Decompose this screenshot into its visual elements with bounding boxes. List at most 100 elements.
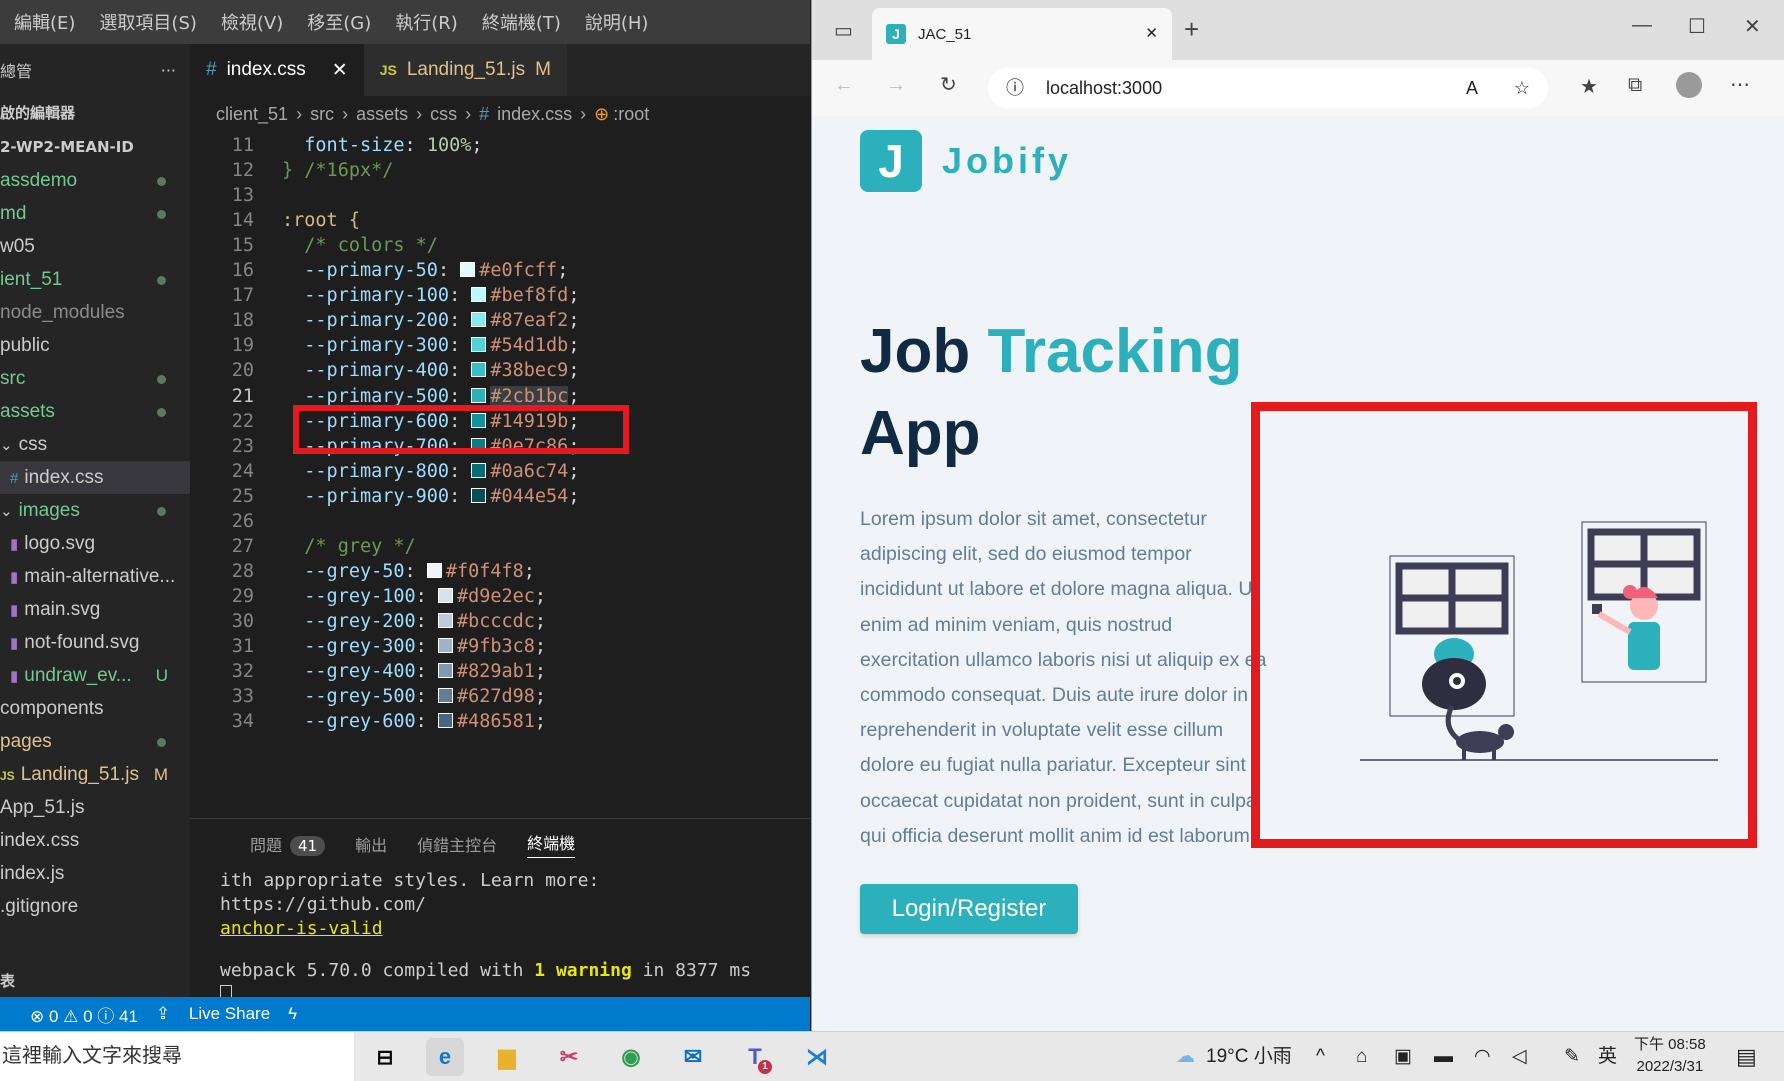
menu-item[interactable]: 選取項目(S)	[99, 9, 196, 35]
workspace-section[interactable]: 2-WP2-MEAN-ID	[0, 130, 190, 164]
tab-terminal[interactable]: 終端機	[527, 830, 576, 858]
tree-item[interactable]: index.js	[0, 857, 190, 890]
volume-icon[interactable]: ◁	[1512, 1032, 1527, 1081]
tree-item[interactable]: ▮ main-alternative...	[0, 560, 190, 593]
color-swatch[interactable]	[437, 587, 453, 603]
battery-icon[interactable]: ▬	[1434, 1032, 1453, 1081]
forward-icon[interactable]: →	[886, 74, 906, 97]
menu-item[interactable]: 移至(G)	[307, 9, 371, 35]
tree-item[interactable]: public	[0, 329, 190, 362]
terminal-output[interactable]: ith appropriate styles. Learn more: http…	[190, 869, 810, 1007]
lightning-icon[interactable]: ϟ	[288, 1004, 297, 1024]
menu-item[interactable]: 執行(R)	[395, 9, 458, 35]
site-info-icon[interactable]: ⓘ	[1006, 68, 1024, 108]
notification-icon[interactable]: ▤	[1736, 1032, 1757, 1081]
color-swatch[interactable]	[437, 638, 453, 653]
close-icon[interactable]: ✕	[1145, 24, 1158, 42]
tree-item[interactable]: assdemo	[0, 164, 190, 197]
pen-icon[interactable]: ✎	[1564, 1032, 1580, 1081]
color-swatch[interactable]	[471, 287, 487, 303]
edge-icon[interactable]: e	[426, 1038, 464, 1076]
mail-icon[interactable]: ✉	[674, 1038, 712, 1076]
tray-chevron-icon[interactable]: ^	[1316, 1032, 1325, 1081]
color-swatch[interactable]	[471, 487, 487, 503]
tab-output[interactable]: 輸出	[355, 832, 387, 856]
breadcrumb-item[interactable]: client_51	[216, 104, 288, 124]
clock[interactable]: 下午 08:58 2022/3/31	[1634, 1034, 1706, 1078]
breadcrumb-item[interactable]: :root	[613, 104, 649, 124]
color-swatch[interactable]	[471, 462, 487, 478]
read-aloud-icon[interactable]: A	[1466, 68, 1478, 108]
vscode-icon[interactable]: ⋊	[798, 1038, 836, 1076]
color-swatch[interactable]	[437, 663, 453, 679]
close-icon[interactable]: ✕	[332, 59, 348, 82]
more-icon[interactable]: ⋯	[1730, 72, 1750, 97]
breadcrumb-item[interactable]: css	[430, 104, 457, 124]
tree-item[interactable]: App_51.js	[0, 791, 190, 824]
breadcrumb-item[interactable]: assets	[356, 104, 408, 124]
tree-item[interactable]: assets	[0, 395, 190, 428]
color-swatch[interactable]	[471, 337, 487, 353]
tab-debug-console[interactable]: 偵錯主控台	[417, 832, 497, 856]
tree-item[interactable]: w05	[0, 230, 190, 263]
back-icon[interactable]: ←	[834, 74, 854, 97]
new-tab-button[interactable]: +	[1184, 14, 1199, 45]
menu-item[interactable]: 終端機(T)	[482, 9, 561, 35]
menu-item[interactable]: 檢視(V)	[221, 9, 283, 35]
color-swatch[interactable]	[460, 262, 476, 278]
display-icon[interactable]: ▣	[1394, 1032, 1412, 1081]
tree-item[interactable]: components	[0, 692, 190, 725]
window-close-icon[interactable]: ✕	[1744, 14, 1761, 39]
tree-item[interactable]: ▮ main.svg	[0, 593, 190, 626]
tab-landing-js[interactable]: JS Landing_51.js M	[363, 44, 567, 96]
color-swatch[interactable]	[471, 387, 487, 403]
tree-item[interactable]: ⌄ images	[0, 494, 190, 527]
breadcrumb-item[interactable]: index.css	[497, 104, 572, 124]
tree-item[interactable]: .gitignore	[0, 890, 190, 923]
tree-item[interactable]: ▮ logo.svg	[0, 527, 190, 560]
browser-tab[interactable]: J JAC_51 ✕	[872, 8, 1172, 60]
favorites-icon[interactable]: ★	[1580, 74, 1598, 99]
maximize-icon[interactable]: ☐	[1688, 14, 1706, 39]
menu-item[interactable]: 編輯(E)	[14, 9, 75, 35]
color-swatch[interactable]	[437, 688, 453, 704]
tree-item[interactable]: pages	[0, 725, 190, 758]
tree-item[interactable]: JS Landing_51.js M	[0, 758, 190, 791]
file-explorer-icon[interactable]: ▆	[488, 1038, 526, 1076]
minimize-icon[interactable]: —	[1632, 14, 1652, 37]
tree-item[interactable]: ▮ not-found.svg	[0, 626, 190, 659]
breadcrumb-item[interactable]: src	[310, 104, 334, 124]
wifi-icon[interactable]: ◠	[1474, 1032, 1491, 1081]
chrome-icon[interactable]: ◉	[612, 1038, 650, 1076]
tree-item[interactable]: md	[0, 197, 190, 230]
taskbar-search[interactable]: 這裡輸入文字來搜尋	[0, 1032, 354, 1081]
tab-index-css[interactable]: # index.css ✕	[190, 44, 364, 96]
collections-icon[interactable]: ⧉	[1628, 74, 1642, 97]
ime-indicator[interactable]: 英	[1598, 1032, 1617, 1081]
tab-problems[interactable]: 問題 41	[220, 832, 326, 856]
terminal-link[interactable]: anchor-is-valid	[220, 917, 810, 941]
explorer-more-button[interactable]: ···	[161, 61, 176, 80]
meet-icon[interactable]: ⌂	[1356, 1032, 1367, 1081]
refresh-icon[interactable]: ↻	[940, 72, 957, 97]
tree-item[interactable]: ▮ undraw_ev... U	[0, 659, 190, 692]
tree-item[interactable]: src	[0, 362, 190, 395]
tree-item[interactable]: node_modules	[0, 296, 190, 329]
tree-item[interactable]: # index.css	[0, 461, 190, 494]
tree-item[interactable]: ⌄ css	[0, 428, 190, 461]
task-view-icon[interactable]: ⊟	[366, 1038, 404, 1076]
liveshare-button[interactable]: ⇪ Live Share	[156, 1004, 270, 1024]
menu-item[interactable]: 說明(H)	[585, 9, 649, 35]
tree-item[interactable]: ient_51	[0, 263, 190, 296]
teams-icon[interactable]: T1	[736, 1038, 774, 1076]
snip-icon[interactable]: ✂	[550, 1038, 588, 1076]
profile-avatar[interactable]	[1676, 72, 1702, 98]
url-field[interactable]: ⓘ localhost:3000 A ☆	[988, 68, 1548, 108]
weather-text[interactable]: 19°C 小雨	[1206, 1032, 1292, 1081]
code-editor[interactable]: 11 font-size: 100%; 12} /*16px*/13 14:root…	[190, 132, 810, 818]
open-editors-section[interactable]: 啟的編輯器	[0, 96, 190, 130]
tree-item[interactable]: index.css	[0, 824, 190, 857]
favorite-icon[interactable]: ☆	[1514, 68, 1530, 108]
color-swatch[interactable]	[471, 362, 487, 378]
tab-actions-icon[interactable]: ▭	[834, 18, 853, 43]
